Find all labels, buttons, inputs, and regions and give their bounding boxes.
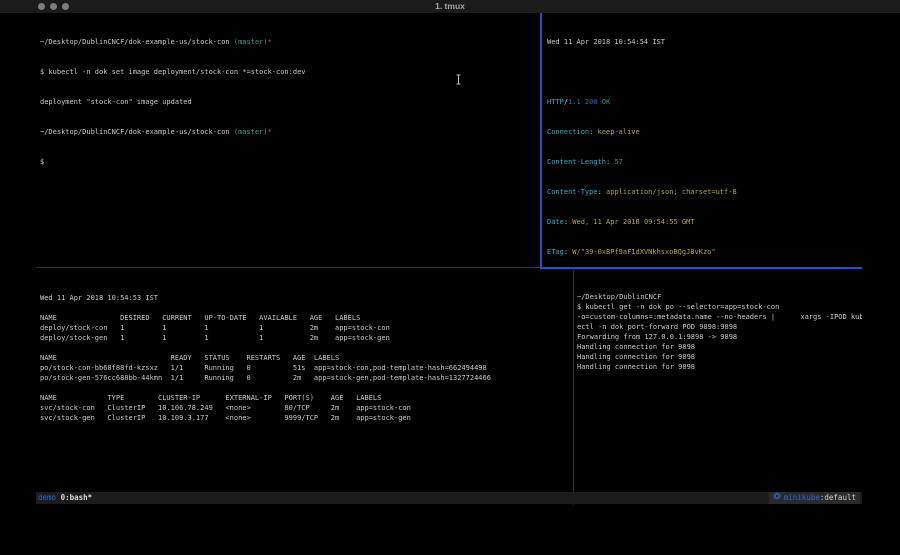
pane-top-left[interactable]: ~/Desktop/DublinCNCF/dok-example-us/stoc… [36, 13, 540, 267]
prompt-path: ~/Desktop/DublinCNCF/dok-example-us/stoc… [40, 128, 234, 136]
prompt-path: ~/Desktop/DublinCNCF/dok-example-us/stoc… [40, 38, 234, 46]
http-reason: OK [598, 98, 611, 106]
status-left: demo 0:bash* [38, 492, 92, 504]
kube-context: minikube [784, 492, 820, 504]
http-status-line: HTTP/1.1 200 OK [547, 97, 862, 107]
http-header: Connection: keep-alive [547, 127, 862, 137]
pane-top-right[interactable]: Wed 11 Apr 2018 10:54:54 IST HTTP/1.1 20… [542, 13, 862, 267]
http-header: ETag: W/"39-0xBPf9aF1dXVNkhsxoBQgJ8vKzo" [547, 247, 862, 257]
command-line: $ kubectl -n dok set image deployment/st… [40, 67, 540, 77]
pane-timestamp: Wed 11 Apr 2018 10:54:54 IST [547, 37, 862, 47]
pane-bottom-left[interactable]: Wed 11 Apr 2018 10:54:53 IST NAME DESIRE… [36, 269, 573, 505]
command-output: deployment "stock-con" image updated [40, 97, 540, 107]
mouse-ibeam-cursor [455, 70, 462, 89]
prompt-line: ~/Desktop/DublinCNCF/dok-example-us/stoc… [40, 37, 540, 47]
pane-border-horizontal[interactable] [36, 267, 540, 268]
kube-namespace: :default [820, 492, 856, 504]
terminal-area: ~/Desktop/DublinCNCF/dok-example-us/stoc… [36, 13, 862, 492]
http-header: Date: Wed, 11 Apr 2018 09:54:55 GMT [547, 217, 862, 227]
git-dirty-flag: * [268, 128, 272, 136]
prompt-char: $ [40, 157, 540, 167]
status-right-segment: minikube:default [769, 492, 860, 504]
git-branch: (master) [234, 38, 268, 46]
http-header: Content-Length: 57 [547, 157, 862, 167]
http-version-code: 1.1 200 [568, 98, 598, 106]
git-branch: (master) [234, 128, 268, 136]
bottom-left-text: Wed 11 Apr 2018 10:54:53 IST NAME DESIRE… [40, 293, 573, 423]
session-name: demo [38, 492, 61, 504]
tmux-status-bar: demo 0:bash* minikube:default [36, 492, 862, 504]
git-dirty-flag: * [268, 38, 272, 46]
window-item-active[interactable]: 0:bash* [61, 492, 93, 504]
pane-bottom-right[interactable]: ~/Desktop/DublinCNCF $ kubectl get -n do… [574, 269, 862, 505]
http-header: Content-Type: application/json; charset=… [547, 187, 862, 197]
http-proto: HTTP [547, 98, 564, 106]
bottom-right-text: ~/Desktop/DublinCNCF $ kubectl get -n do… [577, 292, 862, 372]
screen: { "window": { "title": "1. tmux" }, "col… [0, 0, 900, 555]
window-titlebar: 1. tmux [0, 0, 900, 13]
window-title: 1. tmux [0, 0, 900, 13]
kubernetes-helm-icon [773, 492, 781, 504]
prompt-line: ~/Desktop/DublinCNCF/dok-example-us/stoc… [40, 127, 540, 137]
